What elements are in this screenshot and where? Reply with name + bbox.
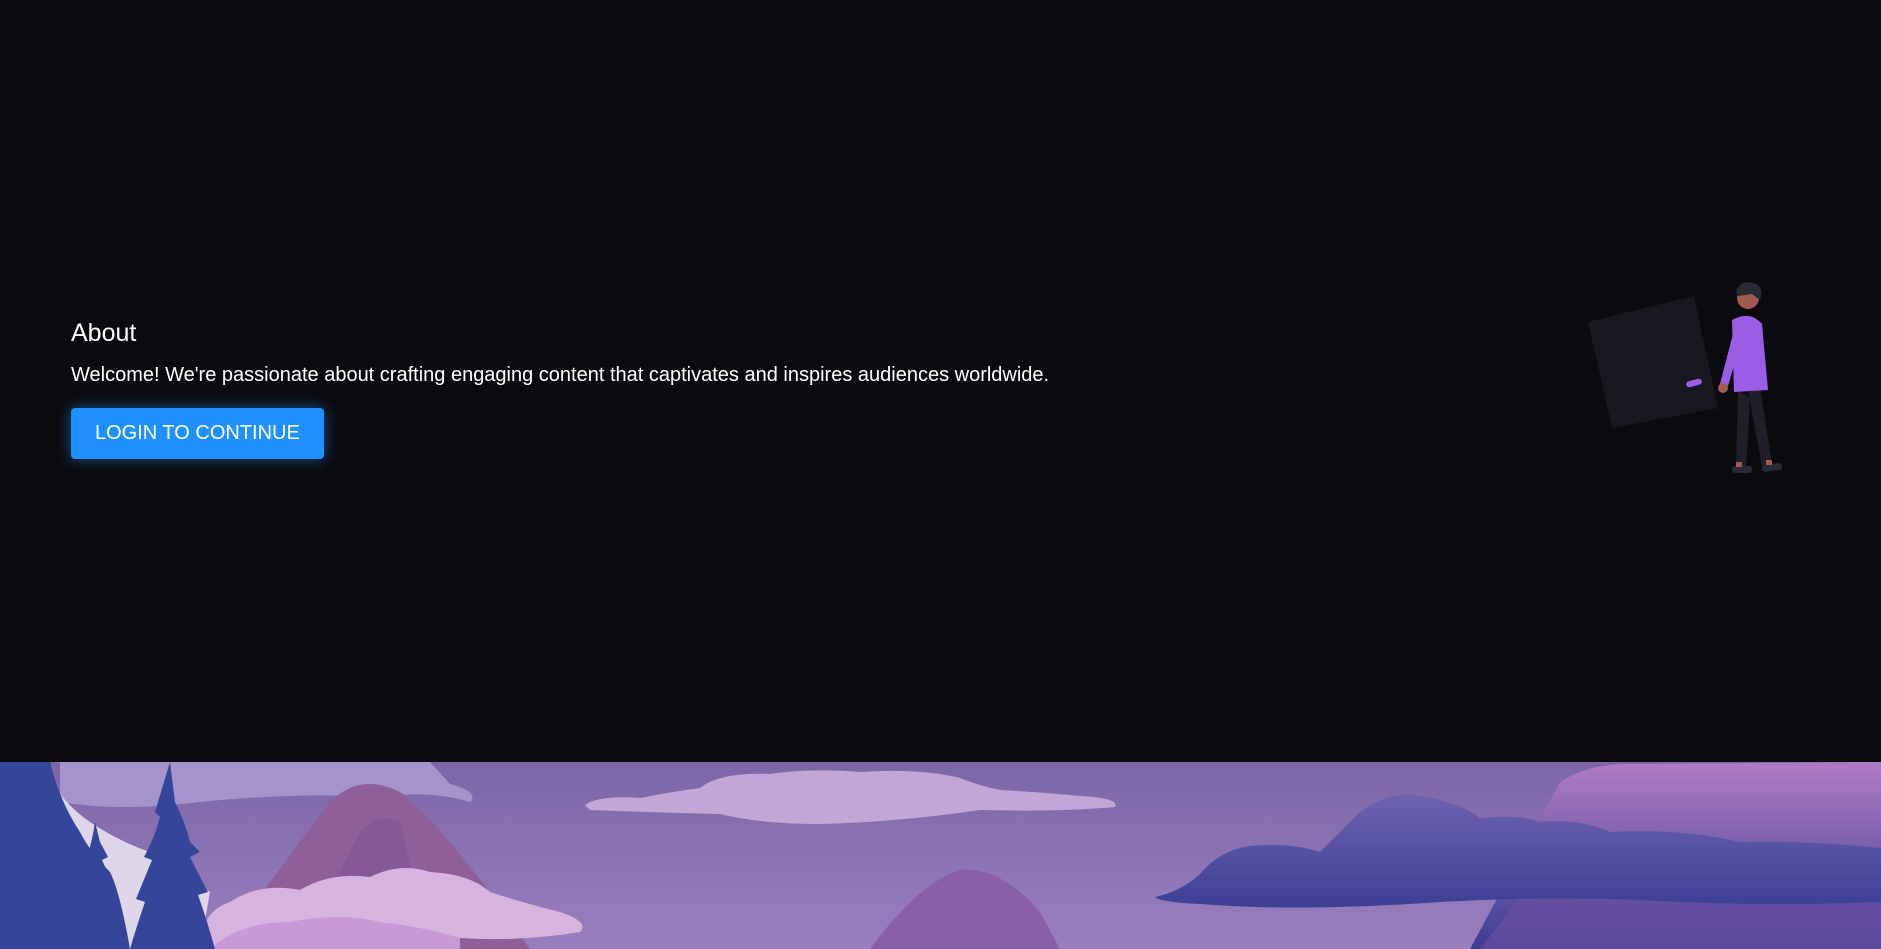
about-section: About Welcome! We're passionate about cr…	[71, 318, 1271, 459]
hero-section: About Welcome! We're passionate about cr…	[0, 0, 1881, 762]
person-holding-board-illustration	[1580, 278, 1790, 488]
about-heading: About	[71, 319, 137, 347]
mountain-landscape-illustration	[0, 762, 1881, 949]
login-button[interactable]: LOGIN TO CONTINUE	[71, 408, 324, 459]
about-description: Welcome! We're passionate about crafting…	[71, 364, 1050, 386]
